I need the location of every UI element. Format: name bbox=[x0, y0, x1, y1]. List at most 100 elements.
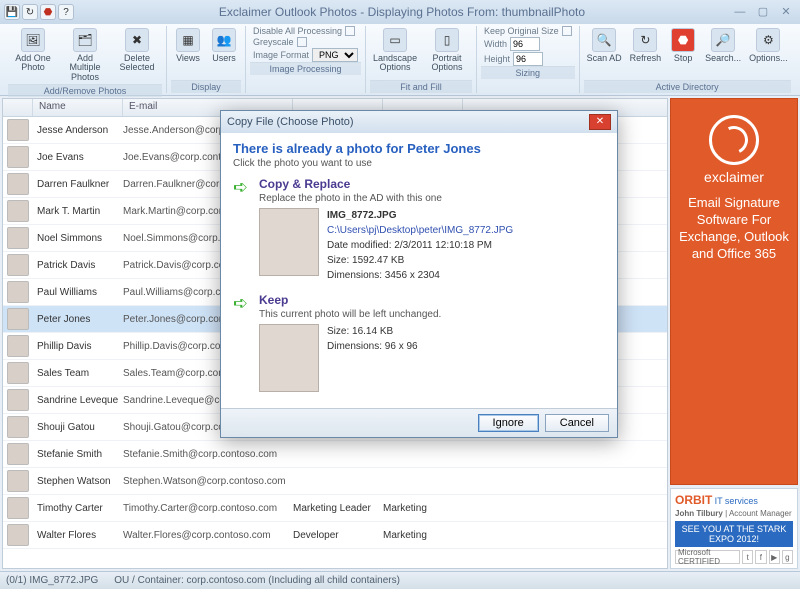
youtube-icon[interactable]: ▶ bbox=[769, 550, 780, 564]
cell-name: Darren Faulkner bbox=[33, 179, 123, 190]
cell-name: Mark T. Martin bbox=[33, 206, 123, 217]
greyscale-checkbox[interactable] bbox=[297, 37, 307, 47]
width-input[interactable] bbox=[510, 37, 540, 51]
cell-name: Jesse Anderson bbox=[33, 125, 123, 136]
facebook-icon[interactable]: f bbox=[755, 550, 766, 564]
user-photo-thumbnail bbox=[7, 362, 29, 384]
ribbon-group-label: Add/Remove Photos bbox=[8, 84, 162, 97]
arrow-right-icon: ➪ bbox=[233, 177, 251, 283]
scan-ad-button[interactable]: 🔍Scan AD bbox=[584, 26, 625, 80]
cell-name: Stefanie Smith bbox=[33, 449, 123, 460]
dialog-title: Copy File (Choose Photo) bbox=[227, 116, 354, 128]
window-title: Exclaimer Outlook Photos - Displaying Ph… bbox=[74, 5, 730, 19]
user-photo-thumbnail bbox=[7, 524, 29, 546]
user-photo-thumbnail bbox=[7, 497, 29, 519]
cell-email: Timothy.Carter@corp.contoso.com bbox=[123, 503, 293, 514]
ignore-button[interactable]: Ignore bbox=[478, 414, 539, 432]
dialog-subtext: Click the photo you want to use bbox=[233, 158, 605, 169]
copy-file-dialog: Copy File (Choose Photo) ✕ There is alre… bbox=[220, 110, 618, 438]
delete-selected-button[interactable]: ✖Delete Selected bbox=[112, 26, 162, 84]
user-photo-thumbnail bbox=[7, 200, 29, 222]
sidebar: exclaimer Email Signature Software For E… bbox=[670, 98, 798, 569]
copy-replace-option[interactable]: ➪ Copy & Replace Replace the photo in th… bbox=[233, 177, 605, 283]
qat-stop-icon[interactable]: ⬣ bbox=[40, 4, 56, 20]
disable-processing-label: Disable All Processing bbox=[253, 26, 342, 36]
refresh-button[interactable]: ↻Refresh bbox=[627, 26, 665, 80]
portrait-options-button[interactable]: ▯Portrait Options bbox=[422, 26, 472, 80]
table-row[interactable]: Walter FloresWalter.Flores@corp.contoso.… bbox=[3, 522, 667, 549]
qat-save-icon[interactable]: 💾 bbox=[4, 4, 20, 20]
views-icon: ▦ bbox=[176, 28, 200, 52]
search-button[interactable]: 🔎Search... bbox=[702, 26, 744, 80]
exclaimer-brand: exclaimer bbox=[704, 169, 764, 185]
ribbon-group-label: Sizing bbox=[481, 66, 575, 79]
height-input[interactable] bbox=[513, 52, 543, 66]
table-row[interactable]: Stefanie SmithStefanie.Smith@corp.contos… bbox=[3, 441, 667, 468]
disable-processing-checkbox[interactable] bbox=[345, 26, 355, 36]
cell-name: Shouji Gatou bbox=[33, 422, 123, 433]
options-button[interactable]: ⚙Options... bbox=[746, 26, 791, 80]
table-row[interactable]: Stephen WatsonStephen.Watson@corp.contos… bbox=[3, 468, 667, 495]
col-name[interactable]: Name bbox=[33, 99, 123, 116]
stop-icon: ⬣ bbox=[671, 28, 695, 52]
image-format-select[interactable]: PNG bbox=[312, 48, 358, 62]
user-photo-thumbnail bbox=[7, 227, 29, 249]
quick-access-toolbar: 💾 ↻ ⬣ ? bbox=[4, 4, 74, 20]
gplus-icon[interactable]: g bbox=[782, 550, 793, 564]
arrow-right-icon: ➪ bbox=[233, 293, 251, 392]
stop-button[interactable]: ⬣Stop bbox=[666, 26, 700, 80]
user-photo-thumbnail bbox=[7, 416, 29, 438]
close-button[interactable]: ✕ bbox=[776, 5, 796, 19]
users-icon: 👥 bbox=[212, 28, 236, 52]
expo-banner: SEE YOU AT THE STARK EXPO 2012! bbox=[675, 521, 793, 547]
add-one-photo-button[interactable]: 🖼Add One Photo bbox=[8, 26, 58, 84]
delete-icon: ✖ bbox=[125, 28, 149, 52]
user-photo-thumbnail bbox=[7, 146, 29, 168]
portrait-icon: ▯ bbox=[435, 28, 459, 52]
exclaimer-ad[interactable]: exclaimer Email Signature Software For E… bbox=[670, 98, 798, 485]
twitter-icon[interactable]: t bbox=[742, 550, 753, 564]
user-photo-thumbnail bbox=[7, 119, 29, 141]
ribbon-group-label: Active Directory bbox=[584, 80, 791, 93]
cell-name: Paul Williams bbox=[33, 287, 123, 298]
image-format-label: Image Format bbox=[253, 50, 309, 60]
gear-icon: ⚙ bbox=[756, 28, 780, 52]
titlebar: 💾 ↻ ⬣ ? Exclaimer Outlook Photos - Displ… bbox=[0, 0, 800, 24]
keep-original-checkbox[interactable] bbox=[562, 26, 572, 36]
scan-icon: 🔍 bbox=[592, 28, 616, 52]
status-file: (0/1) IMG_8772.JPG bbox=[6, 575, 98, 586]
orbit-ad: ORBIT IT services John Tilbury | Account… bbox=[670, 488, 798, 569]
keep-option[interactable]: ➪ Keep This current photo will be left u… bbox=[233, 293, 605, 392]
users-button[interactable]: 👥Users bbox=[207, 26, 241, 80]
ribbon: 🖼Add One Photo 🗂Add Multiple Photos ✖Del… bbox=[0, 24, 800, 96]
user-photo-thumbnail bbox=[7, 443, 29, 465]
greyscale-label: Greyscale bbox=[253, 37, 294, 47]
qat-help-icon[interactable]: ? bbox=[58, 4, 74, 20]
dialog-titlebar[interactable]: Copy File (Choose Photo) ✕ bbox=[221, 111, 617, 133]
user-photo-thumbnail bbox=[7, 308, 29, 330]
cancel-button[interactable]: Cancel bbox=[545, 414, 609, 432]
qat-refresh-icon[interactable]: ↻ bbox=[22, 4, 38, 20]
cell-email: Walter.Flores@corp.contoso.com bbox=[123, 530, 293, 541]
cell-name: Patrick Davis bbox=[33, 260, 123, 271]
window-buttons: — ▢ ✕ bbox=[730, 5, 796, 20]
cell-name: Peter Jones bbox=[33, 314, 123, 325]
views-button[interactable]: ▦Views bbox=[171, 26, 205, 80]
landscape-options-button[interactable]: ▭Landscape Options bbox=[370, 26, 420, 80]
landscape-icon: ▭ bbox=[383, 28, 407, 52]
table-row[interactable]: Timothy CarterTimothy.Carter@corp.contos… bbox=[3, 495, 667, 522]
user-photo-thumbnail bbox=[7, 335, 29, 357]
dialog-close-button[interactable]: ✕ bbox=[589, 114, 611, 130]
dialog-heading: There is already a photo for Peter Jones bbox=[233, 141, 605, 156]
add-multiple-photos-button[interactable]: 🗂Add Multiple Photos bbox=[60, 26, 110, 84]
maximize-button[interactable]: ▢ bbox=[753, 5, 773, 19]
user-photo-thumbnail bbox=[7, 254, 29, 276]
cell-name: Joe Evans bbox=[33, 152, 123, 163]
current-photo-thumbnail bbox=[259, 324, 319, 392]
ms-cert-icon: Microsoft CERTIFIED bbox=[675, 550, 740, 564]
minimize-button[interactable]: — bbox=[730, 6, 750, 20]
cell-name: Timothy Carter bbox=[33, 503, 123, 514]
user-photo-thumbnail bbox=[7, 470, 29, 492]
keep-title: Keep bbox=[259, 293, 605, 307]
user-photo-thumbnail bbox=[7, 173, 29, 195]
